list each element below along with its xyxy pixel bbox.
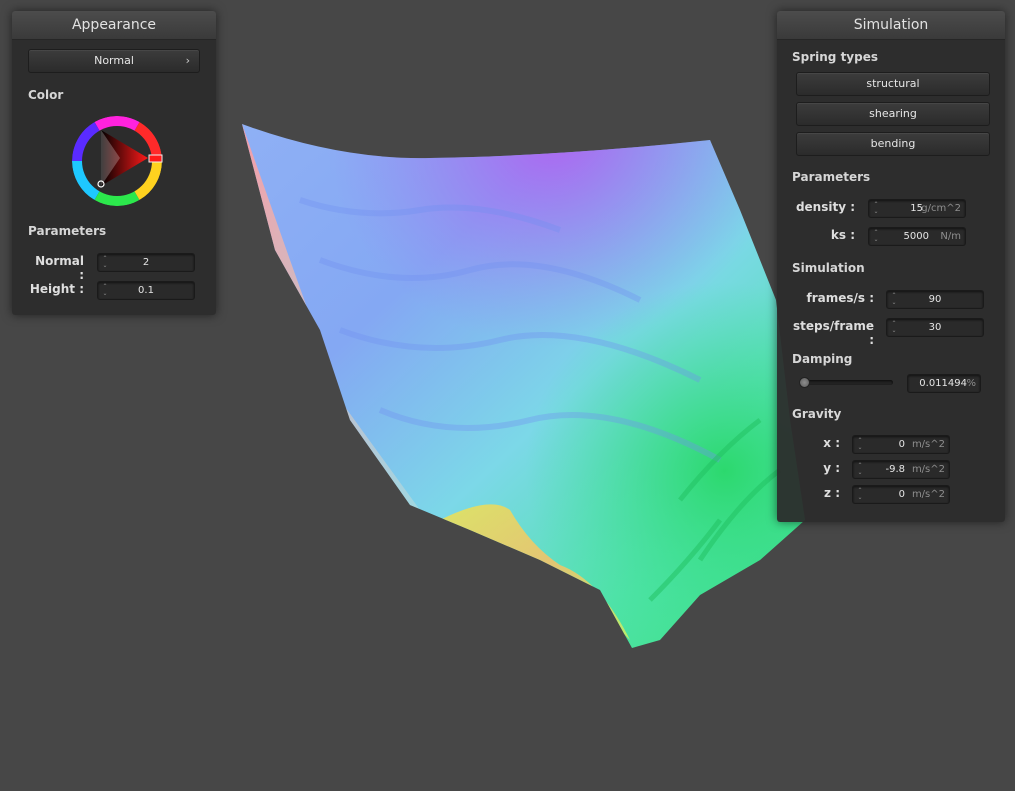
normal-label: Normal :: [35, 254, 84, 282]
spring-types-heading: Spring types: [792, 50, 879, 64]
gravity-z-input[interactable]: ⌃ ⌄ 0 m/s^2: [852, 485, 950, 504]
shader-dropdown-label: Normal: [94, 54, 134, 67]
gravity-y-label: y :: [823, 461, 840, 475]
spinner-arrows-icon[interactable]: ⌃ ⌄: [857, 462, 863, 476]
height-value: 0.1: [138, 285, 154, 296]
frames-per-second-label: frames/s :: [806, 291, 874, 305]
gravity-y-value: -9.8: [885, 464, 905, 475]
simulation-section-heading: Simulation: [792, 261, 865, 275]
appearance-panel-title[interactable]: Appearance: [12, 11, 216, 40]
gravity-heading: Gravity: [792, 407, 842, 421]
damping-slider-handle[interactable]: [798, 377, 810, 388]
steps-per-frame-label: steps/frame :: [792, 319, 874, 347]
bending-spring-button[interactable]: bending: [796, 132, 990, 156]
cloth-mesh: [242, 124, 805, 648]
damping-slider[interactable]: [803, 380, 893, 385]
density-input[interactable]: ⌃ ⌄ 15 g/cm^2: [868, 199, 966, 218]
structural-spring-button[interactable]: structural: [796, 72, 990, 96]
height-input[interactable]: ⌃ ⌄ 0.1: [97, 281, 195, 300]
density-unit: g/cm^2: [921, 203, 961, 214]
gravity-x-input[interactable]: ⌃ ⌄ 0 m/s^2: [852, 435, 950, 454]
gravity-x-unit: m/s^2: [911, 439, 945, 450]
ks-label: ks :: [830, 228, 855, 242]
simulation-panel-title[interactable]: Simulation: [777, 11, 1005, 40]
appearance-params-heading: Parameters: [28, 224, 107, 238]
simulation-panel: Simulation Spring types structural shear…: [777, 11, 1005, 522]
damping-input[interactable]: 0.011494 %: [907, 374, 981, 393]
frames-per-second-value: 90: [928, 294, 942, 305]
spinner-arrows-icon[interactable]: ⌃ ⌄: [873, 201, 879, 215]
ks-value: 5000: [903, 231, 929, 242]
color-section-heading: Color: [28, 88, 64, 102]
steps-per-frame-value: 30: [928, 322, 942, 333]
ks-input[interactable]: ⌃ ⌄ 5000 N/m: [868, 227, 966, 246]
normal-input[interactable]: ⌃ ⌄ 2: [97, 253, 195, 272]
damping-unit: %: [966, 378, 976, 389]
damping-value: 0.011494: [919, 378, 967, 389]
damping-heading: Damping: [792, 352, 853, 366]
steps-per-frame-input[interactable]: ⌃ ⌄ 30: [886, 318, 984, 337]
spinner-arrows-icon[interactable]: ⌃ ⌄: [857, 487, 863, 501]
frames-per-second-input[interactable]: ⌃ ⌄ 90: [886, 290, 984, 309]
height-label: Height :: [29, 282, 84, 296]
chevron-right-icon: ›: [185, 54, 190, 67]
sim-params-heading: Parameters: [792, 170, 871, 184]
gravity-y-input[interactable]: ⌃ ⌄ -9.8 m/s^2: [852, 460, 950, 479]
gravity-x-value: 0: [898, 439, 905, 450]
normal-value: 2: [142, 257, 150, 268]
gravity-z-label: z :: [824, 486, 840, 500]
gravity-z-value: 0: [898, 489, 905, 500]
gravity-y-unit: m/s^2: [911, 464, 945, 475]
shader-dropdown-button[interactable]: Normal ›: [28, 49, 200, 73]
shearing-spring-button[interactable]: shearing: [796, 102, 990, 126]
color-wheel-icon[interactable]: [70, 114, 164, 208]
gravity-x-label: x :: [823, 436, 840, 450]
density-label: density :: [795, 200, 855, 214]
ks-unit: N/m: [940, 231, 961, 242]
gravity-z-unit: m/s^2: [911, 489, 945, 500]
spinner-arrows-icon[interactable]: ⌃ ⌄: [873, 229, 879, 243]
appearance-panel: Appearance Normal › Color Parameters Nor…: [12, 11, 216, 315]
spinner-arrows-icon[interactable]: ⌃ ⌄: [857, 437, 863, 451]
